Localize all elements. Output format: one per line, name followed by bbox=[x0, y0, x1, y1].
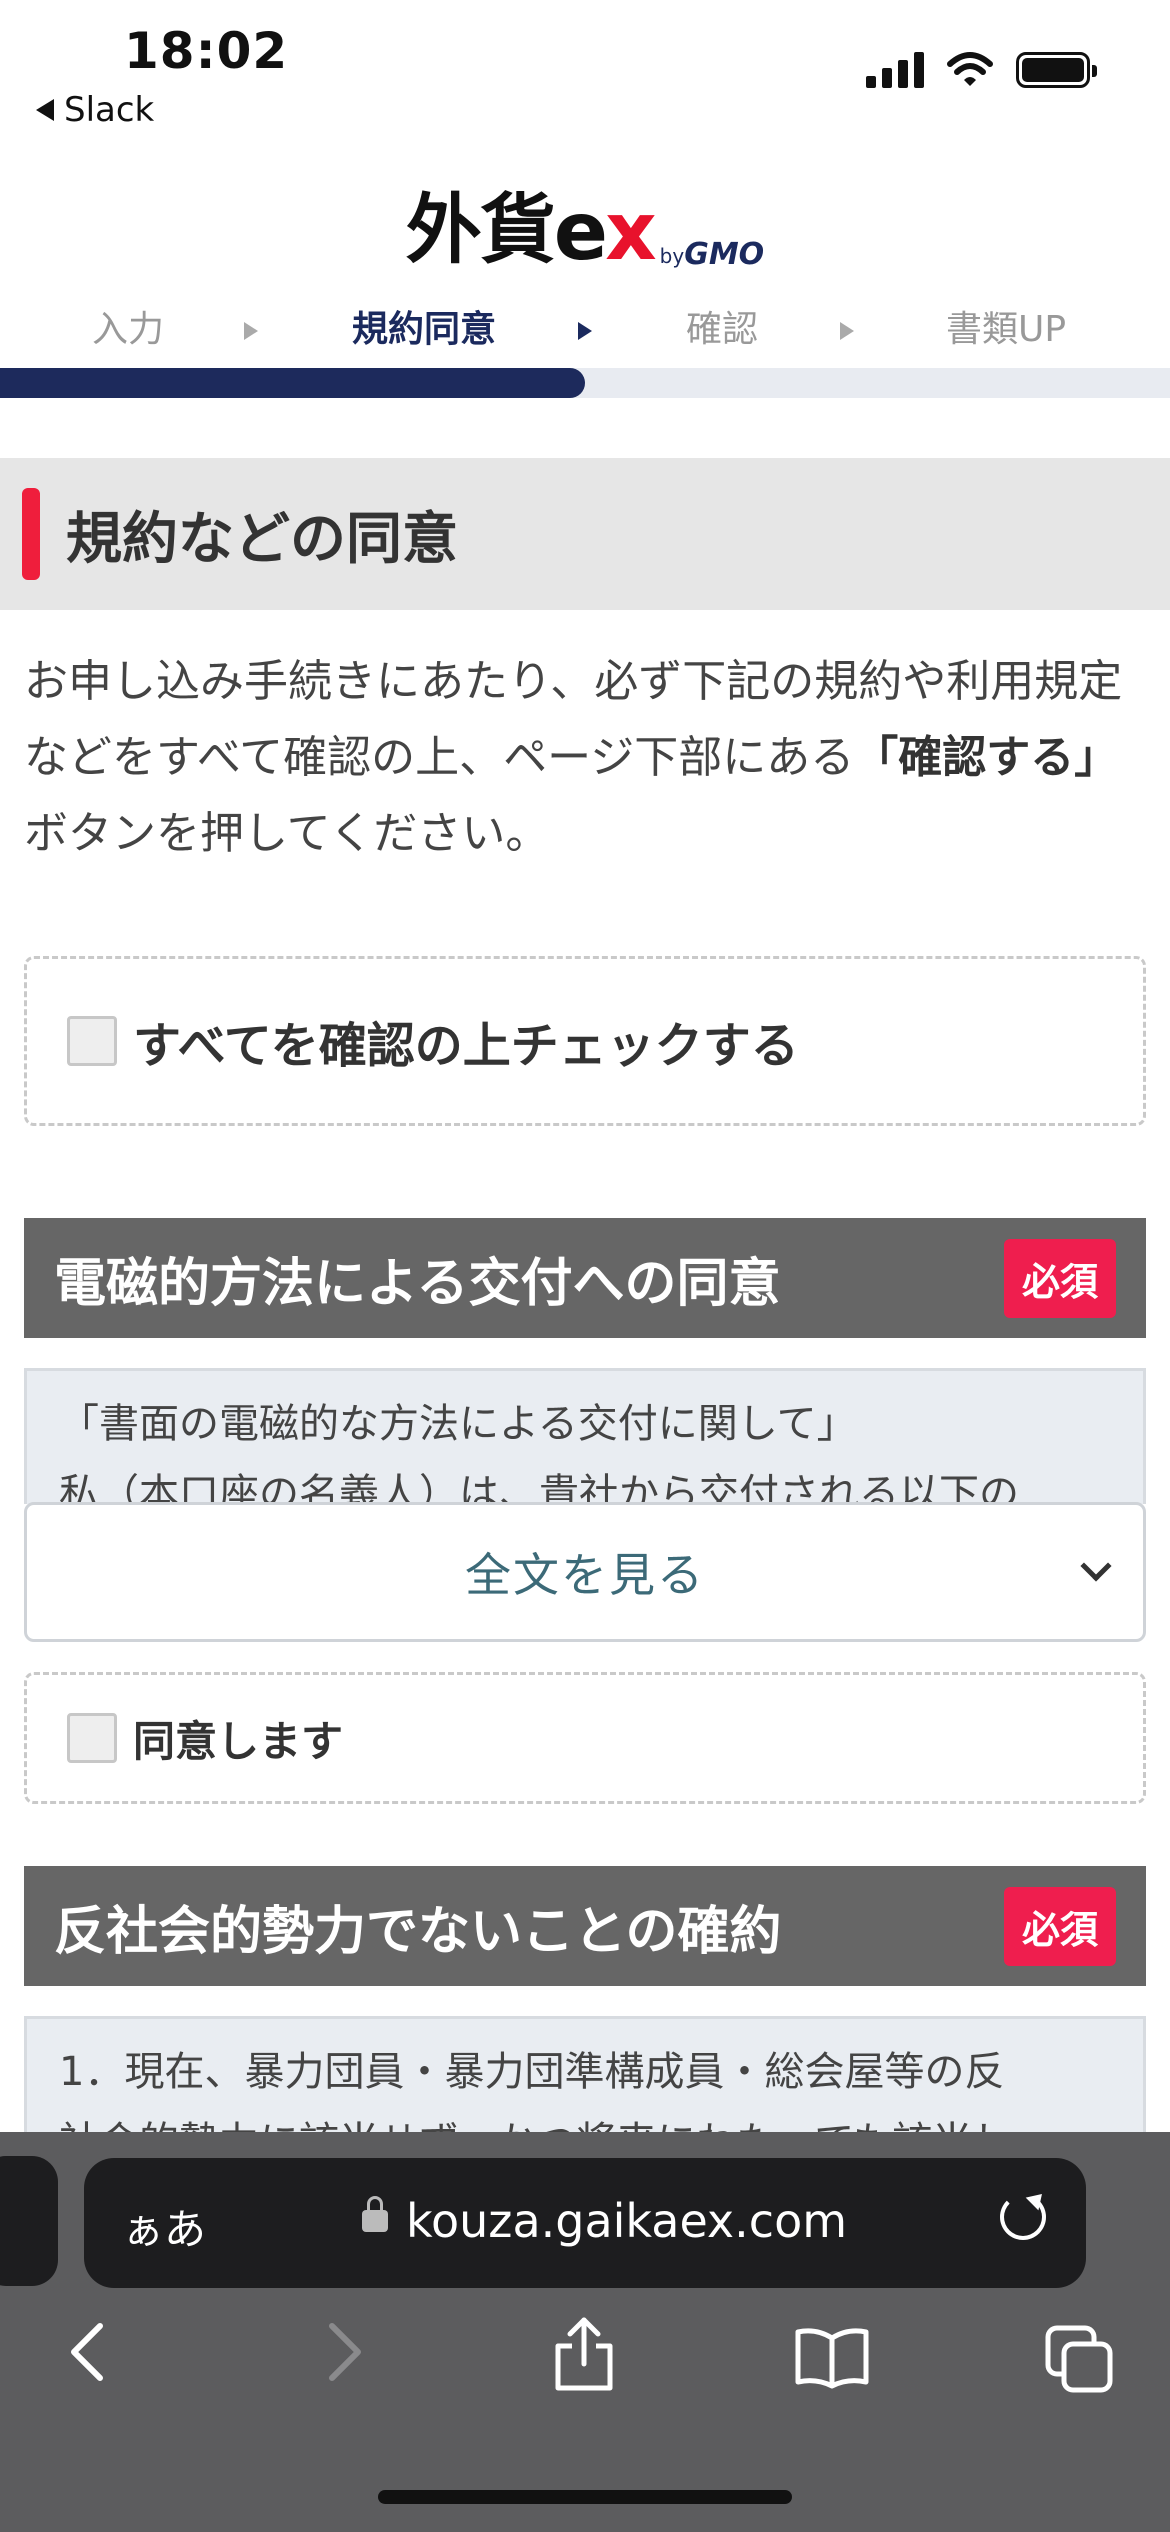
step-arrow-icon bbox=[578, 322, 592, 340]
logo-ex-text: ex bbox=[553, 185, 657, 278]
battery-icon bbox=[1016, 52, 1097, 88]
intro-text: お申し込み手続きにあたり、必ず下記の規約や利用規定などをすべて確認の上、ページ下… bbox=[24, 656, 1123, 859]
previous-tab-preview[interactable] bbox=[0, 2156, 58, 2286]
agree-checkbox[interactable] bbox=[67, 1713, 117, 1763]
view-full-text-button[interactable]: 全文を見る bbox=[24, 1502, 1146, 1642]
step-document-upload: 書類UP bbox=[946, 309, 1067, 350]
lock-icon bbox=[362, 2196, 388, 2232]
status-time: 18:02 bbox=[124, 22, 289, 80]
forward-chevron-icon[interactable] bbox=[312, 2318, 372, 2386]
terms-line: 「書面の電磁的な方法による交付に関して」 bbox=[59, 1401, 857, 1447]
section-accent-bar bbox=[22, 488, 40, 580]
page: 18:02 Slack 外貨 ex by GMO 入力 規約同意 確認 書類UP bbox=[0, 0, 1170, 2532]
agreement-header-anti-social: 反社会的勢力でないことの確約 必須 bbox=[24, 1866, 1146, 1986]
section-header: 規約などの同意 bbox=[0, 458, 1170, 610]
terms-preview-anti-social: 1．現在、暴力団員・暴力団準構成員・総会屋等の反 社会的勢力に該当せず、かつ将来… bbox=[24, 2016, 1146, 2132]
step-input: 入力 bbox=[92, 309, 165, 350]
agreement-header-electronic-delivery: 電磁的方法による交付への同意 必須 bbox=[24, 1218, 1146, 1338]
back-triangle-icon bbox=[36, 99, 54, 121]
check-all-checkbox[interactable] bbox=[67, 1016, 117, 1066]
status-icons bbox=[866, 52, 1097, 88]
terms-line: 私（本口座の名義人）は、貴社から交付される以下の bbox=[59, 1471, 1019, 1504]
terms-line: 1．現在、暴力団員・暴力団準構成員・総会屋等の反 bbox=[59, 2049, 1005, 2095]
intro-bold-text: 「確認する」 bbox=[854, 732, 1119, 783]
home-indicator bbox=[378, 2490, 792, 2504]
bookmarks-icon[interactable] bbox=[792, 2326, 872, 2390]
share-icon[interactable] bbox=[548, 2314, 620, 2394]
tabs-icon[interactable] bbox=[1044, 2324, 1116, 2394]
step-terms-agreement: 規約同意 bbox=[352, 309, 497, 350]
url-text: kouza.gaikaex.com bbox=[406, 2194, 848, 2248]
back-app-label: Slack bbox=[64, 90, 155, 130]
progress-fill bbox=[0, 368, 585, 398]
chevron-down-icon bbox=[1080, 1550, 1112, 1582]
check-all-label: すべてを確認の上チェックする bbox=[133, 1018, 799, 1074]
gaikaex-logo: 外貨 ex by GMO bbox=[0, 168, 1170, 278]
address-bar[interactable]: ぁあ kouza.gaikaex.com bbox=[84, 2158, 1086, 2288]
step-arrow-icon bbox=[244, 322, 258, 340]
progress-bar bbox=[0, 368, 1170, 398]
wifi-icon bbox=[947, 52, 993, 86]
terms-preview-electronic-delivery: 「書面の電磁的な方法による交付に関して」 私（本口座の名義人）は、貴社から交付さ… bbox=[24, 1368, 1146, 1504]
step-indicator: 入力 規約同意 確認 書類UP bbox=[0, 300, 1170, 360]
agree-checkbox-row[interactable]: 同意します bbox=[24, 1672, 1146, 1804]
check-all-box[interactable]: すべてを確認の上チェックする bbox=[24, 956, 1146, 1126]
reload-icon[interactable] bbox=[1000, 2194, 1046, 2240]
logo-by-text: by bbox=[659, 244, 685, 268]
page-settings-button[interactable]: ぁあ bbox=[122, 2196, 206, 2257]
back-to-app-link[interactable]: Slack bbox=[36, 90, 154, 130]
required-badge: 必須 bbox=[1003, 1886, 1116, 1966]
cellular-signal-icon bbox=[866, 52, 924, 88]
step-arrow-icon bbox=[840, 322, 854, 340]
view-full-text-label: 全文を見る bbox=[465, 1548, 705, 1602]
agreement-title: 反社会的勢力でないことの確約 bbox=[54, 1901, 782, 1962]
back-chevron-icon[interactable] bbox=[60, 2318, 120, 2386]
step-confirm: 確認 bbox=[686, 309, 759, 350]
agree-label: 同意します bbox=[133, 1716, 344, 1766]
terms-line: 社会的勢力に該当せず、かつ将来にわたっても該当し bbox=[59, 2107, 1111, 2132]
section-title: 規約などの同意 bbox=[66, 506, 458, 572]
logo-gmo-text: GMO bbox=[684, 237, 765, 272]
required-badge: 必須 bbox=[1003, 1238, 1116, 1318]
agreement-title: 電磁的方法による交付への同意 bbox=[54, 1253, 781, 1314]
logo-main-text: 外貨 bbox=[405, 185, 556, 274]
